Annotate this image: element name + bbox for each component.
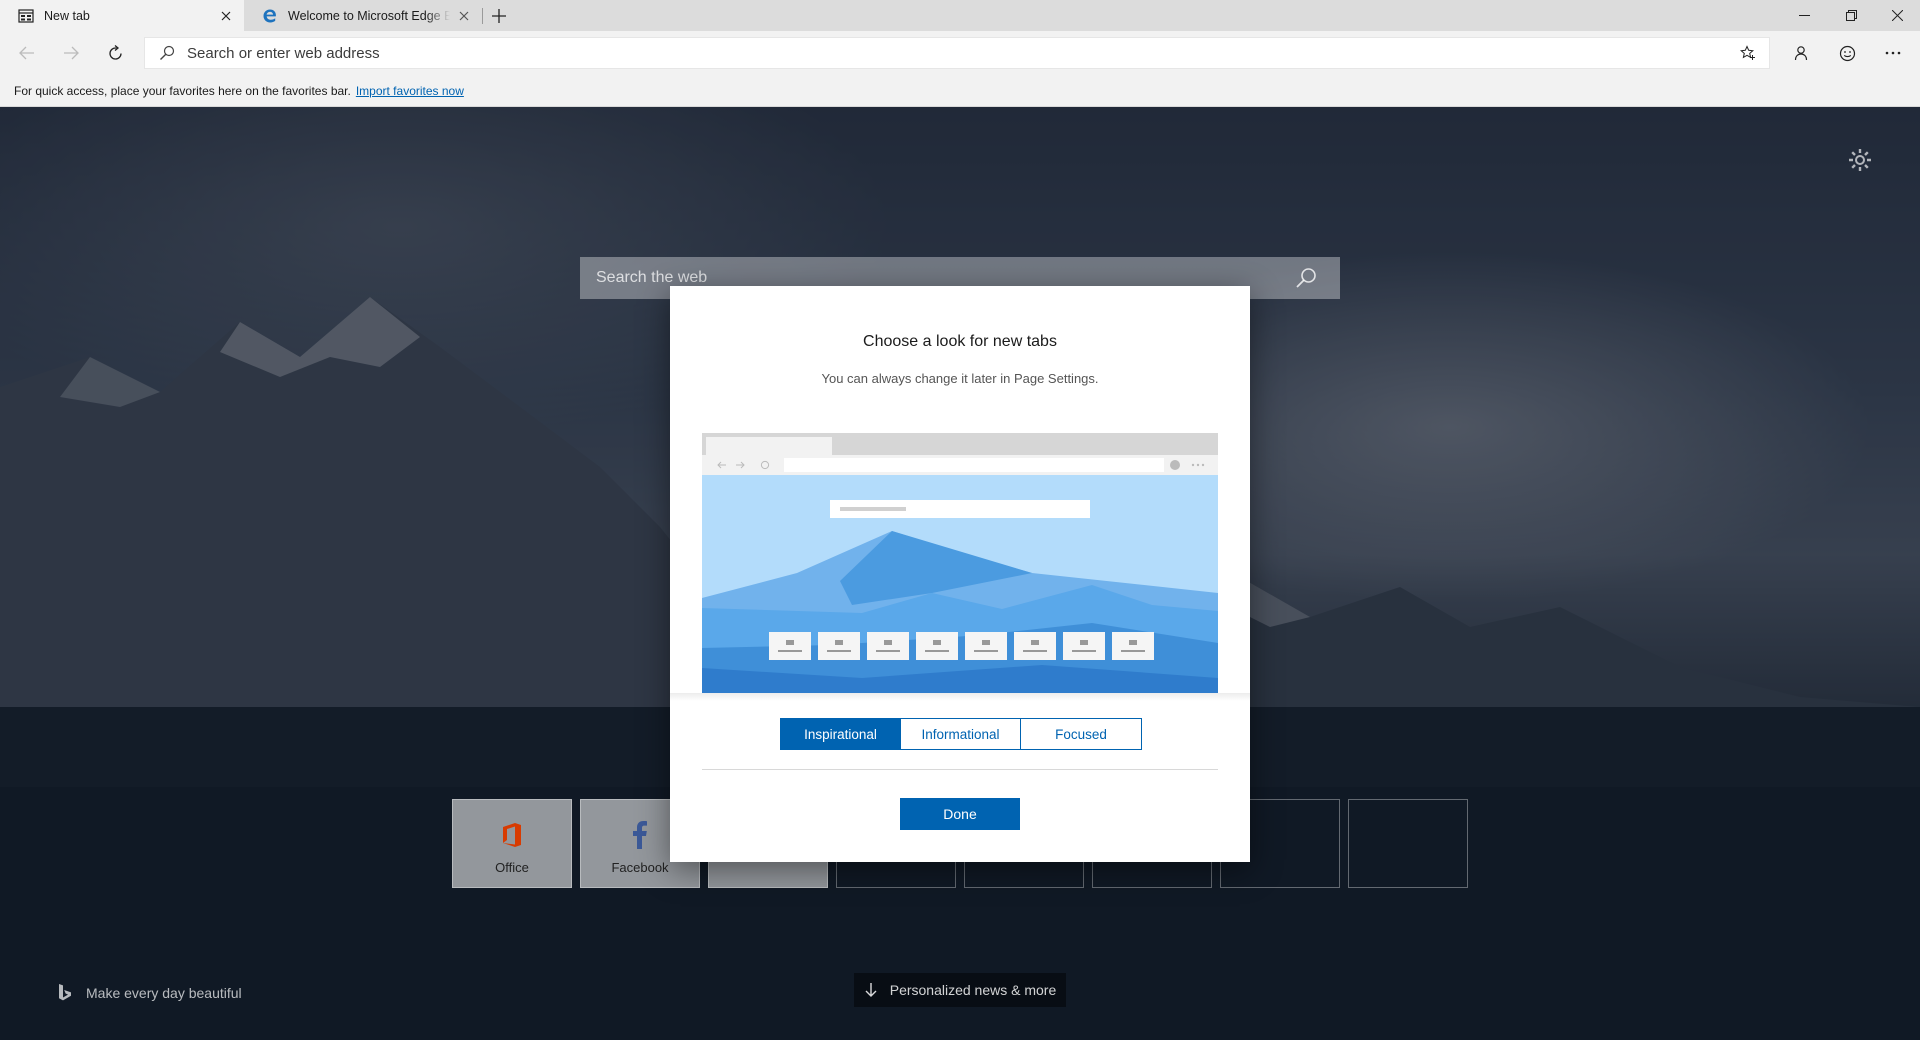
bing-image-credit[interactable]: Make every day beautiful: [58, 984, 242, 1002]
tab-welcome-edge[interactable]: Welcome to Microsoft Edge Beta: [244, 0, 482, 31]
dialog-title: Choose a look for new tabs: [863, 333, 1057, 350]
personalized-news-button[interactable]: Personalized news & more: [854, 973, 1066, 1007]
arrow-down-icon: [865, 983, 877, 997]
option-informational[interactable]: Informational: [901, 719, 1021, 749]
dialog-divider: [702, 769, 1218, 770]
favorites-bar: For quick access, place your favorites h…: [0, 75, 1920, 107]
search-icon: [1296, 268, 1316, 288]
done-button[interactable]: Done: [900, 798, 1020, 830]
bing-tagline-text: Make every day beautiful: [86, 985, 242, 1001]
tile-label: Office: [495, 860, 529, 875]
inspirational-preview-illustration: [702, 433, 1218, 693]
minimize-icon: [1798, 15, 1810, 16]
smiley-icon: [1839, 45, 1855, 61]
plus-icon: [492, 9, 506, 23]
back-button[interactable]: [12, 39, 42, 67]
new-tab-page-icon: [18, 8, 34, 23]
address-input[interactable]: [187, 44, 1733, 62]
import-favorites-link[interactable]: Import favorites now: [356, 84, 464, 98]
preview-divider: [670, 693, 1250, 701]
edge-logo-icon: [263, 9, 276, 22]
layout-options: Inspirational Informational Focused: [780, 718, 1142, 750]
search-submit-button[interactable]: [1286, 258, 1326, 298]
gear-icon[interactable]: [1847, 147, 1873, 173]
close-icon: [1891, 10, 1903, 21]
office-icon: [497, 820, 527, 850]
close-window-button[interactable]: [1874, 0, 1920, 31]
refresh-icon: [108, 44, 122, 60]
bing-icon: [59, 984, 71, 1001]
minimize-button[interactable]: [1781, 0, 1827, 31]
facebook-icon: [625, 820, 655, 850]
tab-divider: [482, 8, 483, 24]
navigation-toolbar: [0, 31, 1920, 75]
refresh-button[interactable]: [100, 39, 130, 67]
forward-button[interactable]: [56, 39, 86, 67]
settings-and-more-button[interactable]: [1875, 39, 1911, 67]
top-site-empty[interactable]: [1348, 799, 1468, 888]
more-dots-icon: [1885, 51, 1901, 55]
tab-title: Welcome to Microsoft Edge Beta: [288, 8, 450, 23]
tile-label: Facebook: [611, 860, 669, 875]
feedback-button[interactable]: [1829, 39, 1865, 67]
tab-new-tab[interactable]: New tab: [0, 0, 244, 31]
close-tab-icon[interactable]: [456, 8, 472, 24]
profile-button[interactable]: [1783, 39, 1819, 67]
favorites-bar-message: For quick access, place your favorites h…: [14, 83, 351, 98]
choose-look-dialog: Choose a look for new tabs You can alway…: [670, 286, 1250, 862]
new-tab-button[interactable]: [487, 4, 511, 28]
web-search-input[interactable]: [596, 269, 1286, 287]
address-bar[interactable]: [144, 37, 1770, 69]
person-icon: [1794, 46, 1808, 61]
search-icon: [160, 45, 175, 60]
option-inspirational[interactable]: Inspirational: [781, 719, 901, 749]
add-favorite-button[interactable]: [1733, 38, 1763, 68]
forward-arrow-icon: [64, 46, 79, 60]
option-focused[interactable]: Focused: [1021, 719, 1141, 749]
restore-icon: [1845, 10, 1857, 21]
dialog-subtitle: You can always change it later in Page S…: [821, 371, 1099, 386]
news-button-label: Personalized news & more: [889, 982, 1057, 998]
top-site-office[interactable]: Office: [452, 799, 572, 888]
back-arrow-icon: [19, 46, 34, 60]
close-tab-icon[interactable]: [218, 8, 234, 24]
tab-title: New tab: [44, 8, 90, 23]
star-plus-icon: [1740, 45, 1755, 60]
tab-strip: New tab Welcome to Microsoft Edge Beta: [0, 0, 1920, 31]
restore-button[interactable]: [1828, 0, 1874, 31]
layout-preview: [702, 433, 1218, 693]
